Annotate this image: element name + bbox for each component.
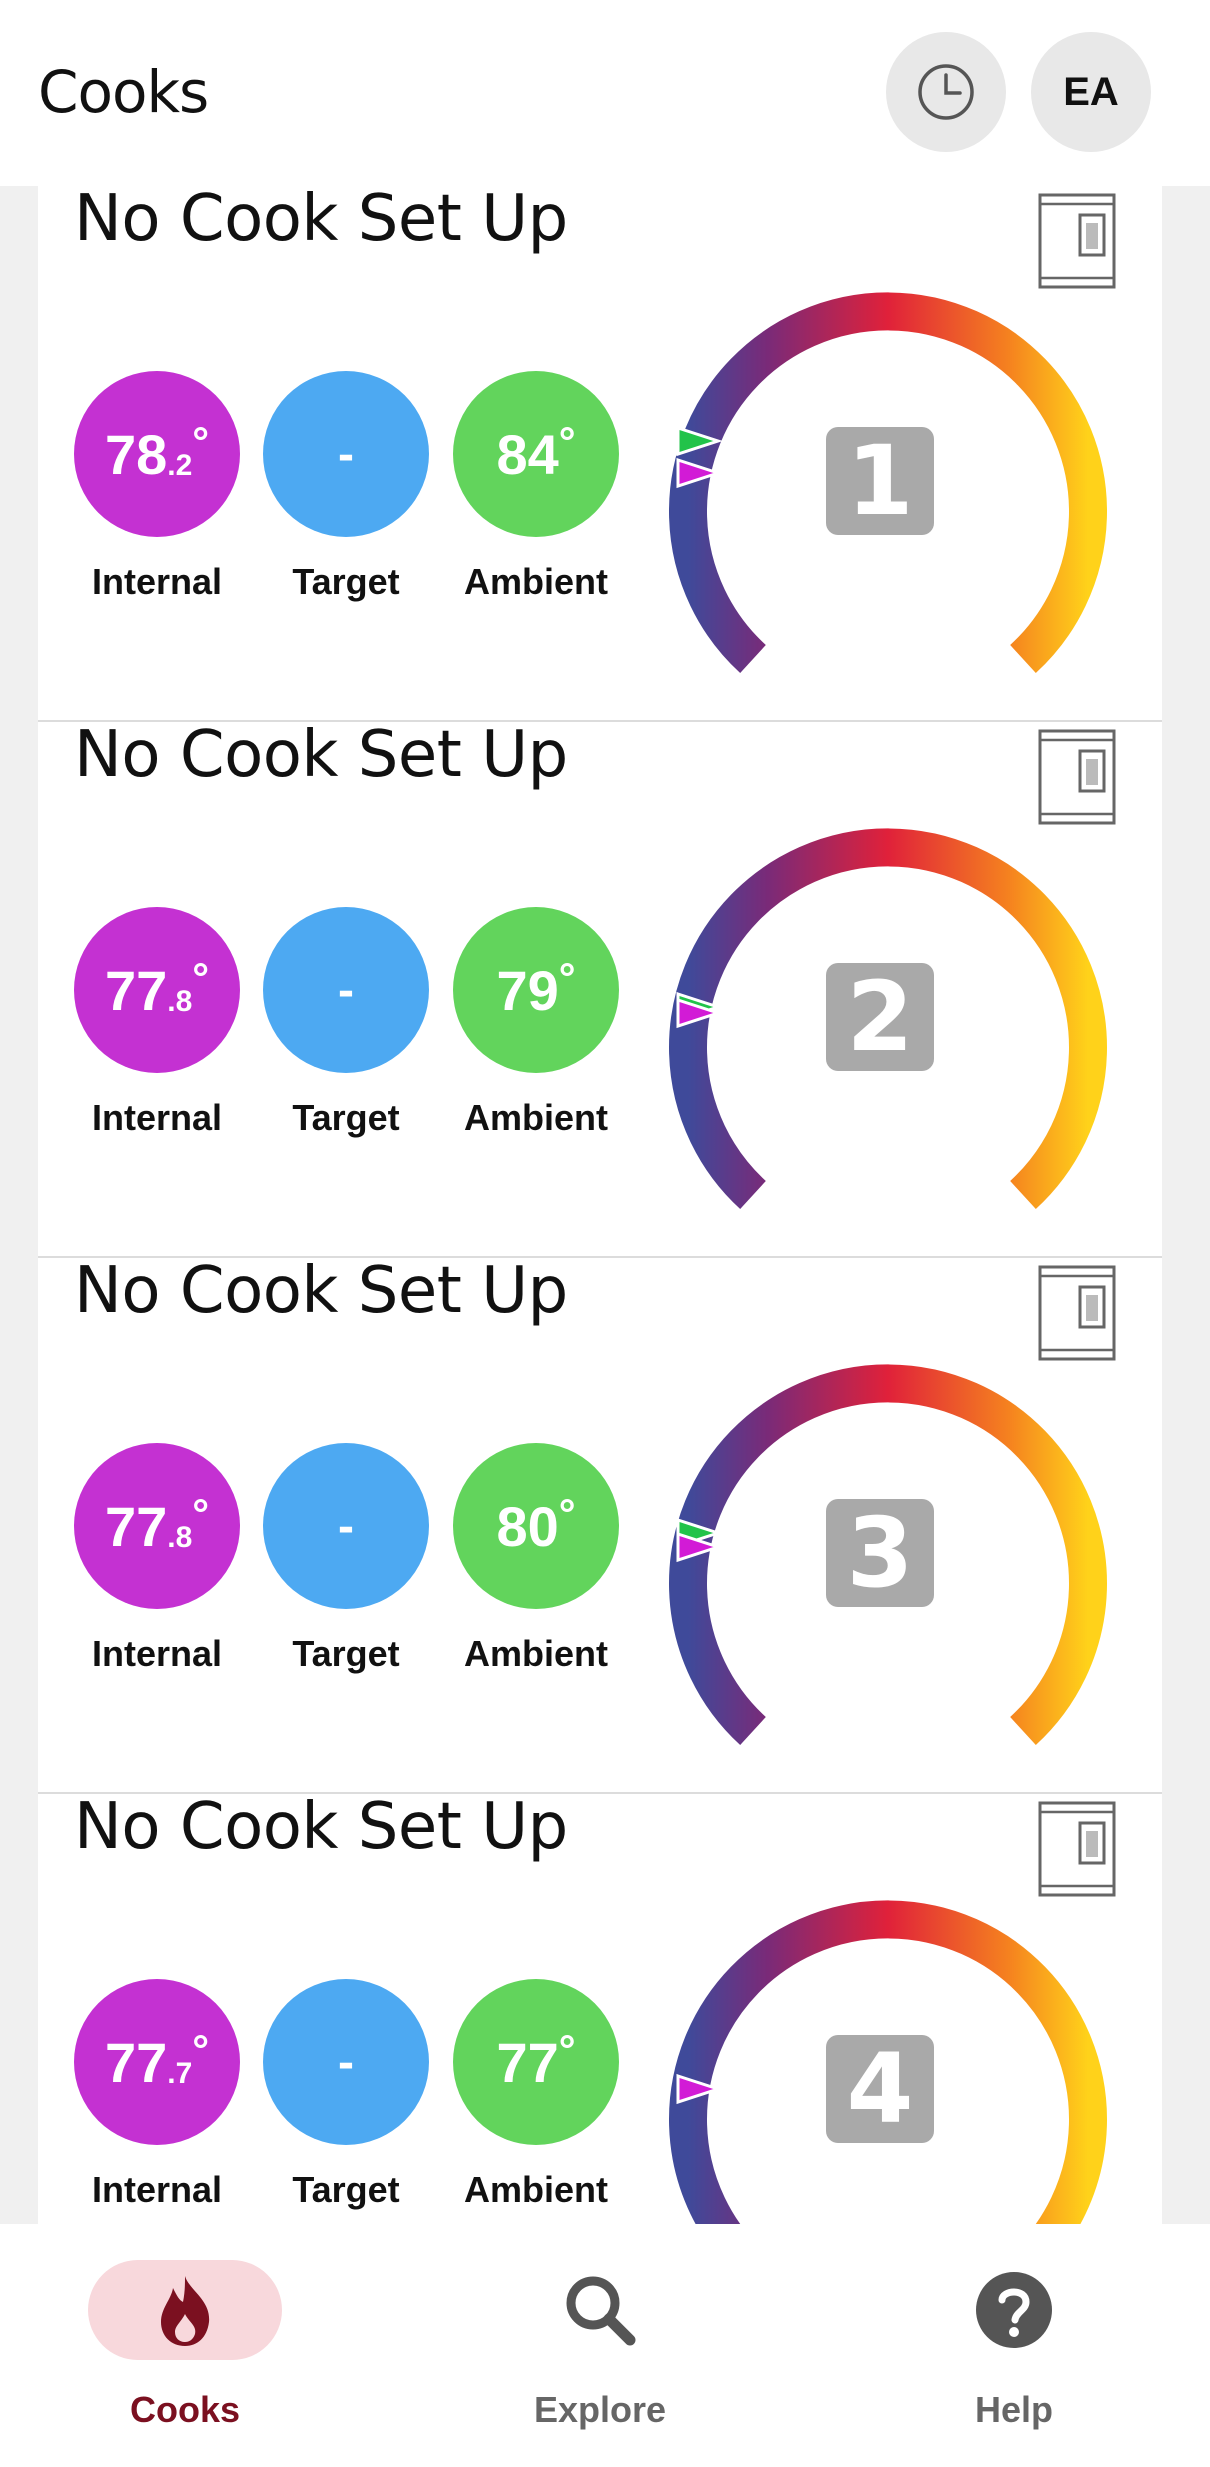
nav-cooks-label: Cooks xyxy=(129,2389,241,2430)
internal-label: Internal xyxy=(91,1097,223,1138)
nav-cooks[interactable]: Cooks xyxy=(35,2224,335,2467)
degree-symbol: ° xyxy=(558,954,576,1001)
target-temp-value: - xyxy=(338,427,354,481)
ambient-temp-circle[interactable]: 77 ° xyxy=(453,1979,619,2145)
target-label: Target xyxy=(292,2169,400,2210)
nav-help[interactable]: Help xyxy=(864,2224,1164,2467)
ambient-temp-circle[interactable]: 80 ° xyxy=(453,1443,619,1609)
internal-temp-whole: 77 xyxy=(104,2030,168,2094)
degree-symbol: ° xyxy=(192,2026,210,2073)
degree-symbol: ° xyxy=(558,418,576,465)
probe-number-badge: 3 xyxy=(826,1499,934,1607)
degree-symbol: ° xyxy=(192,1490,210,1537)
degree-symbol: ° xyxy=(558,1490,576,1537)
degree-symbol: ° xyxy=(192,954,210,1001)
cook-title: No Cook Set Up xyxy=(74,186,568,256)
probe-number-badge: 1 xyxy=(826,427,934,535)
ambient-temp-value: 84 xyxy=(496,422,559,486)
nav-explore[interactable]: Explore xyxy=(450,2224,750,2467)
cook-title: No Cook Set Up xyxy=(74,718,568,792)
internal-label: Internal xyxy=(91,1633,223,1674)
internal-temp-whole: 77 xyxy=(104,1494,168,1558)
cook-title: No Cook Set Up xyxy=(74,1790,568,1864)
target-temp-circle[interactable]: - xyxy=(263,371,429,537)
ambient-label: Ambient xyxy=(464,1633,608,1674)
target-temp-circle[interactable]: - xyxy=(263,1443,429,1609)
target-temp-circle[interactable]: - xyxy=(263,907,429,1073)
flame-icon xyxy=(161,2276,210,2346)
internal-temp-whole: 77 xyxy=(104,958,168,1022)
history-button[interactable] xyxy=(886,32,1006,152)
internal-temp-circle[interactable]: 77.8 ° xyxy=(74,1443,240,1609)
internal-temp-decimal: .8 xyxy=(167,1521,193,1554)
nav-help-label: Help xyxy=(974,2389,1053,2430)
target-temp-circle[interactable]: - xyxy=(263,1979,429,2145)
ambient-temp-value: 80 xyxy=(496,1494,559,1558)
cook-card[interactable]: No Cook Set Up 78.2 ° - 84 ° Internal Targ… xyxy=(38,186,1162,722)
probe-number-badge: 2 xyxy=(826,963,934,1071)
internal-temp-circle[interactable]: 77.7 ° xyxy=(74,1979,240,2145)
target-label: Target xyxy=(292,1097,400,1138)
internal-label: Internal xyxy=(91,561,223,602)
account-avatar-button[interactable]: EA xyxy=(1031,32,1151,152)
target-temp-value: - xyxy=(338,2035,354,2089)
cook-card[interactable]: No Cook Set Up 77.8 ° - 79 ° Internal Targ… xyxy=(38,718,1162,1258)
cook-card[interactable]: No Cook Set Up 77.7 ° - 77 ° Internal Targ… xyxy=(38,1790,1162,2224)
probe-number-badge: 4 xyxy=(826,2035,934,2143)
target-temp-value: - xyxy=(338,1499,354,1553)
cooks-list: No Cook Set Up 78.2 ° - 84 ° Internal Targ… xyxy=(38,186,1162,2224)
page-title: Cooks xyxy=(38,58,209,126)
internal-temp-circle[interactable]: 77.8 ° xyxy=(74,907,240,1073)
internal-temp-decimal: .8 xyxy=(167,985,193,1018)
ambient-temp-value: 79 xyxy=(496,958,559,1022)
internal-temp-whole: 78 xyxy=(104,422,168,486)
internal-temp-decimal: .2 xyxy=(167,449,193,482)
internal-label: Internal xyxy=(91,2169,223,2210)
ambient-temp-value: 77 xyxy=(496,2030,559,2094)
ambient-label: Ambient xyxy=(464,2169,608,2210)
target-label: Target xyxy=(292,1633,400,1674)
bottom-navigation: Cooks Explore Help xyxy=(0,2224,1210,2467)
cook-card[interactable]: No Cook Set Up 77.8 ° - 80 ° Internal Targ… xyxy=(38,1254,1162,1794)
help-icon xyxy=(976,2272,1052,2348)
target-label: Target xyxy=(292,561,400,602)
internal-temp-decimal: .7 xyxy=(167,2057,193,2090)
clock-icon xyxy=(918,64,974,120)
target-temp-value: - xyxy=(338,963,354,1017)
internal-temp-circle[interactable]: 78.2 ° xyxy=(74,371,240,537)
degree-symbol: ° xyxy=(558,2026,576,2073)
ambient-label: Ambient xyxy=(464,561,608,602)
cook-title: No Cook Set Up xyxy=(74,1254,568,1328)
ambient-temp-circle[interactable]: 79 ° xyxy=(453,907,619,1073)
app-header: Cooks EA xyxy=(0,0,1210,186)
nav-explore-label: Explore xyxy=(533,2389,667,2430)
search-icon xyxy=(566,2276,636,2346)
degree-symbol: ° xyxy=(192,418,210,465)
ambient-temp-circle[interactable]: 84 ° xyxy=(453,371,619,537)
ambient-label: Ambient xyxy=(464,1097,608,1138)
